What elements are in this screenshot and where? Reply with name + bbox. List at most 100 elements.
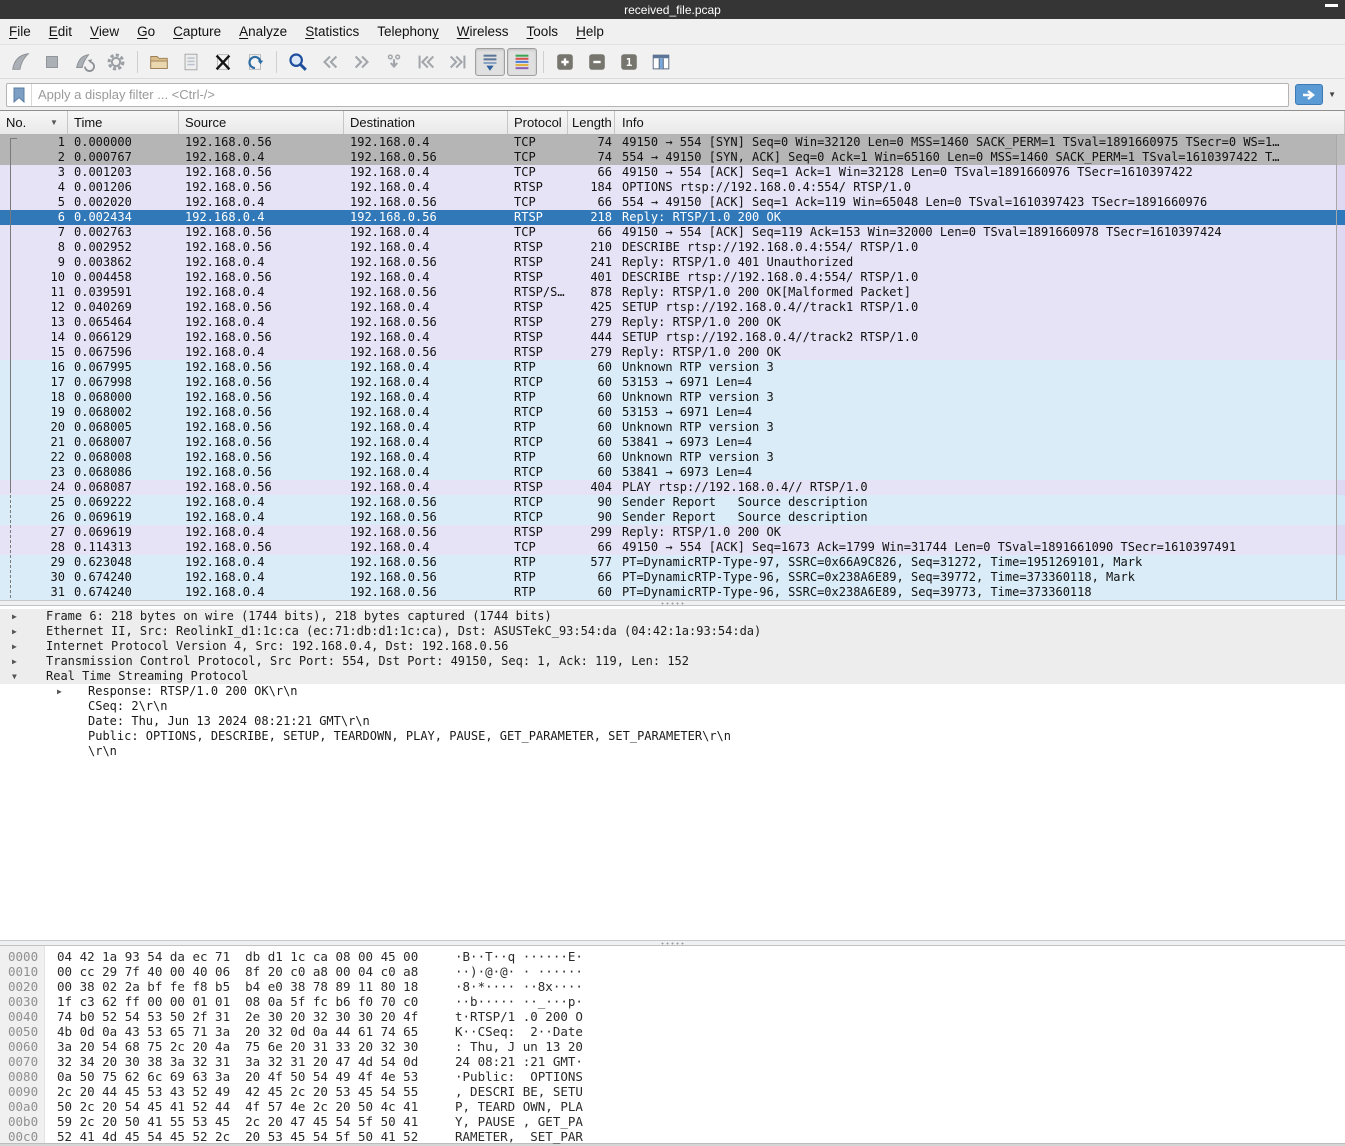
detail-row[interactable]: ▶Response: RTSP/1.0 200 OK\r\n	[0, 684, 1345, 699]
packet-row-18[interactable]: 180.068000192.168.0.56192.168.0.4RTP60Un…	[0, 390, 1336, 405]
go-last-packet-button[interactable]	[443, 48, 473, 76]
zoom-original-button[interactable]: 1	[614, 48, 644, 76]
filter-dropdown-caret[interactable]: ▼	[1328, 90, 1336, 99]
detail-row[interactable]: ▼Real Time Streaming Protocol	[0, 669, 1345, 684]
save-file-button[interactable]	[176, 48, 206, 76]
menu-go[interactable]: Go	[128, 22, 164, 41]
packet-row-10[interactable]: 100.004458192.168.0.56192.168.0.4RTSP401…	[0, 270, 1336, 285]
packet-row-29[interactable]: 290.623048192.168.0.4192.168.0.56RTP577P…	[0, 555, 1336, 570]
menu-file[interactable]: File	[0, 22, 40, 41]
menu-edit[interactable]: Edit	[40, 22, 81, 41]
hex-row-0070[interactable]: 007032 34 20 30 38 3a 32 31 3a 32 31 20 …	[0, 1054, 1345, 1069]
detail-row[interactable]: ▶Internet Protocol Version 4, Src: 192.1…	[0, 639, 1345, 654]
packet-row-23[interactable]: 230.068086192.168.0.56192.168.0.4RTCP605…	[0, 465, 1336, 480]
menu-tools[interactable]: Tools	[518, 22, 568, 41]
packet-row-28[interactable]: 280.114313192.168.0.56192.168.0.4TCP6649…	[0, 540, 1336, 555]
hex-row-0030[interactable]: 00301f c3 62 ff 00 00 01 01 08 0a 5f fc …	[0, 994, 1345, 1009]
go-back-button[interactable]	[315, 48, 345, 76]
minimize-button[interactable]	[1325, 4, 1338, 7]
hex-row-0060[interactable]: 00603a 20 54 68 75 2c 20 4a 75 6e 20 31 …	[0, 1039, 1345, 1054]
packet-row-13[interactable]: 130.065464192.168.0.4192.168.0.56RTSP279…	[0, 315, 1336, 330]
column-header-time[interactable]: Time	[68, 111, 179, 134]
hex-row-00b0[interactable]: 00b059 2c 20 50 41 55 53 45 2c 20 47 45 …	[0, 1114, 1345, 1129]
display-filter-input[interactable]	[32, 87, 1288, 102]
go-forward-button[interactable]	[347, 48, 377, 76]
packet-row-4[interactable]: 40.001206192.168.0.56192.168.0.4RTSP184O…	[0, 180, 1336, 195]
detail-row[interactable]: Public: OPTIONS, DESCRIBE, SETUP, TEARDO…	[0, 729, 1345, 744]
detail-row[interactable]: ▶Transmission Control Protocol, Src Port…	[0, 654, 1345, 669]
stop-capture-button[interactable]	[37, 48, 67, 76]
detail-row[interactable]: CSeq: 2\r\n	[0, 699, 1345, 714]
column-header-info[interactable]: Info	[615, 111, 1345, 134]
packet-row-31[interactable]: 310.674240192.168.0.4192.168.0.56RTP60PT…	[0, 585, 1336, 600]
hex-row-0040[interactable]: 004074 b0 52 54 53 50 2f 31 2e 30 20 32 …	[0, 1009, 1345, 1024]
packet-row-14[interactable]: 140.066129192.168.0.56192.168.0.4RTSP444…	[0, 330, 1336, 345]
menu-analyze[interactable]: Analyze	[230, 22, 296, 41]
menu-statistics[interactable]: Statistics	[296, 22, 368, 41]
packet-row-12[interactable]: 120.040269192.168.0.56192.168.0.4RTSP425…	[0, 300, 1336, 315]
packet-row-19[interactable]: 190.068002192.168.0.56192.168.0.4RTCP605…	[0, 405, 1336, 420]
zoom-out-button[interactable]	[582, 48, 612, 76]
packet-row-20[interactable]: 200.068005192.168.0.56192.168.0.4RTP60Un…	[0, 420, 1336, 435]
hex-row-00c0[interactable]: 00c052 41 4d 45 54 45 52 2c 20 53 45 54 …	[0, 1129, 1345, 1144]
packet-row-6[interactable]: 60.002434192.168.0.4192.168.0.56RTSP218R…	[0, 210, 1336, 225]
packet-row-5[interactable]: 50.002020192.168.0.4192.168.0.56TCP66554…	[0, 195, 1336, 210]
expand-right-icon[interactable]: ▶	[12, 609, 46, 624]
packet-row-27[interactable]: 270.069619192.168.0.4192.168.0.56RTSP299…	[0, 525, 1336, 540]
menu-capture[interactable]: Capture	[164, 22, 230, 41]
hex-row-0020[interactable]: 002000 38 02 2a bf fe f8 b5 b4 e0 38 78 …	[0, 979, 1345, 994]
zoom-in-button[interactable]	[550, 48, 580, 76]
packet-row-24[interactable]: 240.068087192.168.0.56192.168.0.4RTSP404…	[0, 480, 1336, 495]
reload-file-button[interactable]	[240, 48, 270, 76]
packet-row-15[interactable]: 150.067596192.168.0.4192.168.0.56RTSP279…	[0, 345, 1336, 360]
apply-filter-button[interactable]	[1295, 84, 1323, 105]
colorize-button[interactable]	[507, 48, 537, 76]
detail-row[interactable]: Date: Thu, Jun 13 2024 08:21:21 GMT\r\n	[0, 714, 1345, 729]
menu-telephony[interactable]: Telephony	[368, 22, 448, 41]
expand-down-icon[interactable]: ▼	[12, 669, 46, 684]
go-to-packet-button[interactable]	[379, 48, 409, 76]
open-file-button[interactable]	[144, 48, 174, 76]
auto-scroll-button[interactable]	[475, 48, 505, 76]
menu-wireless[interactable]: Wireless	[448, 22, 518, 41]
column-header-destination[interactable]: Destination	[344, 111, 508, 134]
hex-row-0010[interactable]: 001000 cc 29 7f 40 00 40 06 8f 20 c0 a8 …	[0, 964, 1345, 979]
hex-row-0000[interactable]: 000004 42 1a 93 54 da ec 71 db d1 1c ca …	[0, 949, 1345, 964]
packet-row-9[interactable]: 90.003862192.168.0.4192.168.0.56RTSP241R…	[0, 255, 1336, 270]
packet-row-11[interactable]: 110.039591192.168.0.4192.168.0.56RTSP/S……	[0, 285, 1336, 300]
packet-row-16[interactable]: 160.067995192.168.0.56192.168.0.4RTP60Un…	[0, 360, 1336, 375]
packet-row-21[interactable]: 210.068007192.168.0.56192.168.0.4RTCP605…	[0, 435, 1336, 450]
detail-row[interactable]: \r\n	[0, 744, 1345, 759]
packet-row-17[interactable]: 170.067998192.168.0.56192.168.0.4RTCP605…	[0, 375, 1336, 390]
display-filter-field[interactable]	[6, 83, 1289, 107]
detail-row[interactable]: ▶Frame 6: 218 bytes on wire (1744 bits),…	[0, 609, 1345, 624]
close-file-button[interactable]	[208, 48, 238, 76]
detail-row[interactable]: ▶Ethernet II, Src: ReolinkI_d1:1c:ca (ec…	[0, 624, 1345, 639]
packet-row-2[interactable]: 20.000767192.168.0.4192.168.0.56TCP74554…	[0, 150, 1336, 165]
find-packet-button[interactable]	[283, 48, 313, 76]
hex-row-0050[interactable]: 00504b 0d 0a 43 53 65 71 3a 20 32 0d 0a …	[0, 1024, 1345, 1039]
packet-row-7[interactable]: 70.002763192.168.0.56192.168.0.4TCP66491…	[0, 225, 1336, 240]
filter-bookmark-icon[interactable]	[7, 84, 32, 106]
packet-row-30[interactable]: 300.674240192.168.0.4192.168.0.56RTP66PT…	[0, 570, 1336, 585]
expand-right-icon[interactable]: ▶	[12, 639, 46, 654]
packet-row-26[interactable]: 260.069619192.168.0.4192.168.0.56RTCP90S…	[0, 510, 1336, 525]
expand-right-icon[interactable]: ▶	[12, 624, 46, 639]
restart-capture-button[interactable]	[69, 48, 99, 76]
hex-row-00a0[interactable]: 00a050 2c 20 54 45 41 52 44 4f 57 4e 2c …	[0, 1099, 1345, 1114]
packet-row-8[interactable]: 80.002952192.168.0.56192.168.0.4RTSP210D…	[0, 240, 1336, 255]
menu-help[interactable]: Help	[567, 22, 613, 41]
capture-options-button[interactable]	[101, 48, 131, 76]
column-header-source[interactable]: Source	[179, 111, 344, 134]
packet-row-1[interactable]: 10.000000192.168.0.56192.168.0.4TCP74491…	[0, 135, 1336, 150]
hex-row-0080[interactable]: 00800a 50 75 62 6c 69 63 3a 20 4f 50 54 …	[0, 1069, 1345, 1084]
column-header-protocol[interactable]: Protocol	[508, 111, 568, 134]
intelligent-scrollbar[interactable]	[1337, 135, 1345, 600]
menu-view[interactable]: View	[81, 22, 128, 41]
expand-right-icon[interactable]: ▶	[57, 684, 88, 699]
packet-row-25[interactable]: 250.069222192.168.0.4192.168.0.56RTCP90S…	[0, 495, 1336, 510]
hex-row-0090[interactable]: 00902c 20 44 45 53 43 52 49 42 45 2c 20 …	[0, 1084, 1345, 1099]
column-header-length[interactable]: Length	[568, 111, 615, 134]
start-capture-button[interactable]	[5, 48, 35, 76]
go-first-packet-button[interactable]	[411, 48, 441, 76]
